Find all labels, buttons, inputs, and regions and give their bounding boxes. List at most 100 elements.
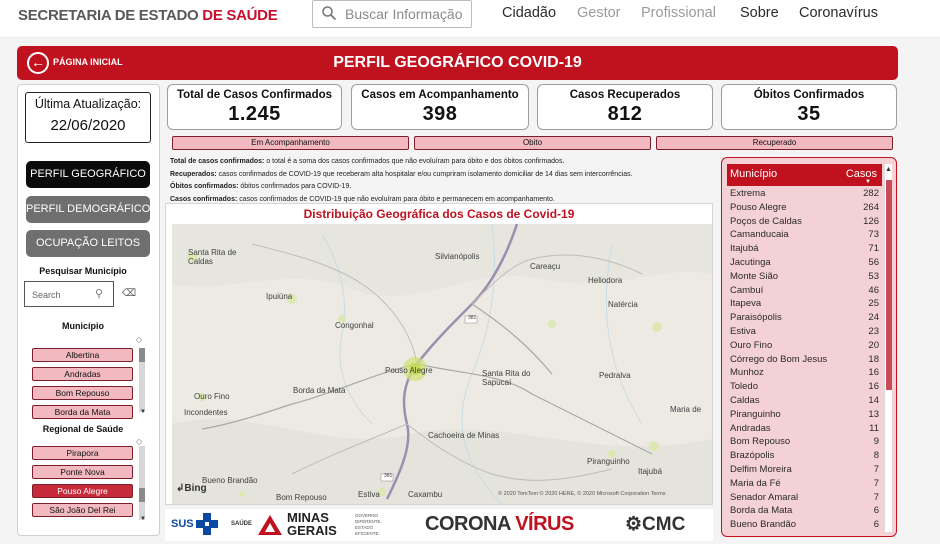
table-row[interactable]: Delfim Moreira 7: [727, 464, 882, 478]
municipio-search-input[interactable]: Search ⚲: [24, 281, 114, 307]
site-brand[interactable]: SECRETARIA DE ESTADO DE SAÚDE: [18, 7, 278, 24]
column-header-casos[interactable]: Casos: [846, 168, 877, 180]
table-row[interactable]: Bueno Brandão 6: [727, 519, 882, 533]
map-place-label: Piranguinho: [587, 457, 630, 466]
map-place-label: Santa Rita do Sapucaí: [482, 369, 531, 387]
definitions-text: Total de casos confirmados: o total é a …: [170, 156, 715, 206]
cell-casos: 13: [868, 408, 879, 420]
map-title: Distribuição Geográfica dos Casos de Cov…: [303, 207, 575, 221]
cell-casos: 25: [868, 298, 879, 310]
cell-casos: 282: [863, 188, 879, 199]
table-row[interactable]: Jacutinga 56: [727, 257, 882, 271]
table-row[interactable]: Itapeva 25: [727, 298, 882, 312]
table-row[interactable]: Senador Amaral 7: [727, 492, 882, 506]
table-row[interactable]: Estiva 23: [727, 326, 882, 340]
ocupacao-leitos-button[interactable]: OCUPAÇÃO LEITOS: [26, 230, 150, 257]
table-row[interactable]: Munhoz 16: [727, 367, 882, 381]
cell-municipio: Jacutinga: [730, 256, 771, 268]
nav-coronavirus[interactable]: Coronavírus: [799, 5, 878, 21]
clear-filter-icon[interactable]: ◇: [136, 335, 142, 344]
kpi-value: 398: [422, 103, 458, 125]
table-row[interactable]: Itajubá 71: [727, 243, 882, 257]
cell-municipio: Caldas: [730, 394, 760, 406]
cell-municipio: Cambuí: [730, 284, 764, 296]
regional-chip[interactable]: São João Del Rei: [32, 503, 133, 517]
map-place-label: Congonhal: [335, 321, 374, 330]
cell-casos: 7: [873, 491, 879, 503]
municipio-scrollbar[interactable]: [139, 348, 145, 412]
municipio-chip[interactable]: Andradas: [32, 367, 133, 381]
municipio-chip[interactable]: Bom Repouso: [32, 386, 133, 400]
table-row[interactable]: Camanducaia 73: [727, 229, 882, 243]
cell-casos: 16: [868, 367, 879, 379]
clear-filter-icon[interactable]: ◇: [136, 437, 142, 446]
table-row[interactable]: Extrema 282: [727, 188, 882, 202]
definition-row: Recuperados: casos confirmados de COVID-…: [170, 170, 633, 178]
cell-municipio: Pouso Alegre: [730, 201, 787, 213]
kpi-title: Óbitos Confirmados: [753, 89, 865, 101]
perfil-demografico-button[interactable]: PERFIL DEMOGRÁFICO: [26, 196, 150, 223]
cell-casos: 126: [863, 215, 879, 227]
table-row[interactable]: Paraisópolis 24: [727, 312, 882, 326]
table-row[interactable]: Córrego do Bom Jesus 18: [727, 354, 882, 368]
table-row[interactable]: Bom Repouso 9: [727, 436, 882, 450]
scroll-up-arrow-icon[interactable]: ▲: [885, 166, 892, 173]
cell-municipio: Itapeva: [730, 298, 762, 310]
bing-logo: ↲Bing: [176, 483, 207, 494]
regional-chip[interactable]: Pirapora: [32, 446, 133, 460]
map-place-label: Bom Repouso: [276, 493, 327, 502]
table-row[interactable]: Andradas 11: [727, 423, 882, 437]
perfil-geografico-button[interactable]: PERFIL GEOGRÁFICO: [26, 161, 150, 188]
site-search-input[interactable]: Buscar Informação: [312, 0, 472, 28]
scrollbar-thumb[interactable]: [886, 180, 892, 390]
nav-gestor[interactable]: Gestor: [577, 5, 621, 21]
nav-cidadao[interactable]: Cidadão: [502, 5, 556, 21]
regional-chip[interactable]: Ponte Nova: [32, 465, 133, 479]
kpi-value: 1.245: [228, 103, 281, 125]
table-scrollbar[interactable]: ▲: [884, 164, 892, 532]
municipio-chip[interactable]: Borda da Mata: [32, 405, 133, 419]
map-copyright[interactable]: © 2020 TomTom © 2020 HERE, © 2020 Micros…: [498, 491, 666, 497]
table-row[interactable]: Caldas 14: [727, 395, 882, 409]
table-row[interactable]: Maria da Fé 7: [727, 478, 882, 492]
governo-tagline: GOVERNO DIFERENTE. ESTADO EFICIENTE.: [355, 513, 382, 536]
cell-casos: 6: [873, 519, 879, 531]
regional-chip-selected[interactable]: Pouso Alegre: [32, 484, 133, 498]
table-row[interactable]: Pouso Alegre 264: [727, 202, 882, 216]
regional-scrollbar[interactable]: [139, 446, 145, 520]
cell-casos: 7: [873, 463, 879, 475]
filter-recuperado-button[interactable]: Recuperado: [656, 136, 893, 150]
scroll-down-arrow-icon[interactable]: ▼: [140, 409, 146, 415]
kpi-recuperados: Casos Recuperados 812: [537, 84, 713, 130]
scroll-down-arrow-icon[interactable]: ▼: [140, 516, 146, 522]
cell-casos: 11: [869, 422, 879, 434]
column-header-municipio[interactable]: Município: [730, 168, 777, 180]
table-row[interactable]: Monte Sião 53: [727, 271, 882, 285]
table-row[interactable]: Toledo 16: [727, 381, 882, 395]
nav-profissional[interactable]: Profissional: [641, 5, 716, 21]
municipio-chip[interactable]: Albertina: [32, 348, 133, 362]
search-municipio-label: Pesquisar Município: [39, 266, 127, 276]
report-header: ← PÁGINA INICIAL PERFIL GEOGRÁFICO COVID…: [17, 46, 898, 80]
filter-em-acompanhamento-button[interactable]: Em Acompanhamento: [172, 136, 409, 150]
cell-casos: 20: [868, 339, 879, 351]
map-place-label: Itajubá: [638, 467, 663, 476]
scrollbar-thumb[interactable]: [139, 488, 145, 502]
sus-cross-icon: [196, 513, 218, 535]
kpi-title: Casos em Acompanhamento: [361, 89, 519, 101]
table-row[interactable]: Borda da Mata 6: [727, 505, 882, 519]
scrollbar-thumb[interactable]: [139, 348, 145, 362]
filter-obito-button[interactable]: Obito: [414, 136, 651, 150]
eraser-icon[interactable]: ⌫: [122, 288, 136, 299]
cmc-mark-icon: ⚙: [625, 514, 643, 535]
kpi-value: 35: [797, 103, 821, 125]
nav-sobre[interactable]: Sobre: [740, 5, 779, 21]
geographic-map[interactable]: 381 381 Santa Rita de Caldas Silvianópol…: [172, 224, 712, 504]
table-row[interactable]: Poços de Caldas 126: [727, 216, 882, 230]
table-row[interactable]: Brazópolis 8: [727, 450, 882, 464]
table-row[interactable]: Ouro Fino 20: [727, 340, 882, 354]
definition-row: Óbitos confirmados: óbitos confirmados p…: [170, 183, 352, 190]
cell-municipio: Piranguinho: [730, 408, 781, 420]
table-row[interactable]: Cambuí 46: [727, 285, 882, 299]
table-row[interactable]: Piranguinho 13: [727, 409, 882, 423]
